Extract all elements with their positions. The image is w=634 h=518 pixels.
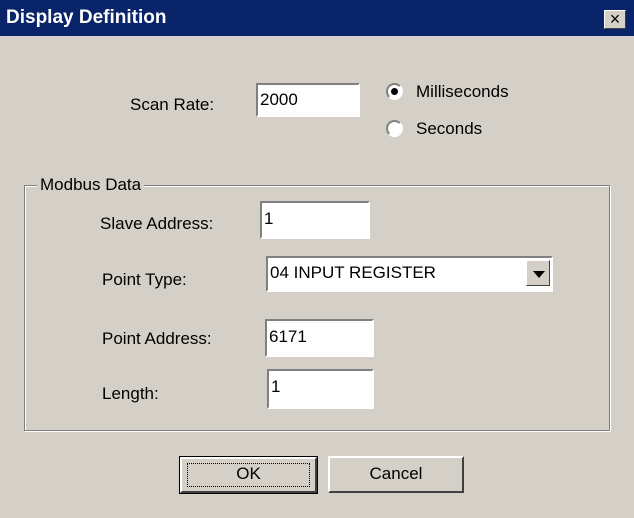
point-type-dropdown-button[interactable] [526, 260, 550, 286]
modbus-data-group-title: Modbus Data [37, 175, 145, 195]
scan-rate-label: Scan Rate: [130, 95, 215, 114]
cancel-label: Cancel [369, 464, 423, 483]
point-address-label: Point Address: [102, 329, 212, 348]
window-title: Display Definition [6, 7, 167, 28]
milliseconds-label[interactable]: Milliseconds [416, 82, 509, 102]
chevron-down-icon [533, 271, 545, 278]
focus-rectangle [187, 463, 310, 487]
slave-address-label: Slave Address: [100, 214, 214, 233]
seconds-radio[interactable] [386, 120, 403, 137]
scan-rate-input[interactable]: 2000 [256, 83, 360, 117]
point-type-select[interactable]: 04 INPUT REGISTER [266, 256, 553, 292]
point-type-label: Point Type: [102, 270, 187, 289]
slave-address-input[interactable]: 1 [260, 201, 370, 239]
radio-selected-dot [391, 88, 398, 95]
length-input[interactable]: 1 [267, 369, 374, 409]
cancel-button[interactable]: Cancel [328, 456, 464, 493]
close-button[interactable]: × [604, 10, 626, 29]
seconds-label[interactable]: Seconds [416, 119, 482, 139]
point-address-input[interactable]: 6171 [265, 319, 374, 357]
close-icon: × [609, 9, 621, 29]
title-bar: Display Definition × [0, 0, 634, 36]
ok-button[interactable]: OK [179, 456, 318, 494]
milliseconds-radio[interactable] [386, 83, 403, 100]
length-label: Length: [102, 384, 159, 403]
point-type-value: 04 INPUT REGISTER [270, 263, 436, 282]
